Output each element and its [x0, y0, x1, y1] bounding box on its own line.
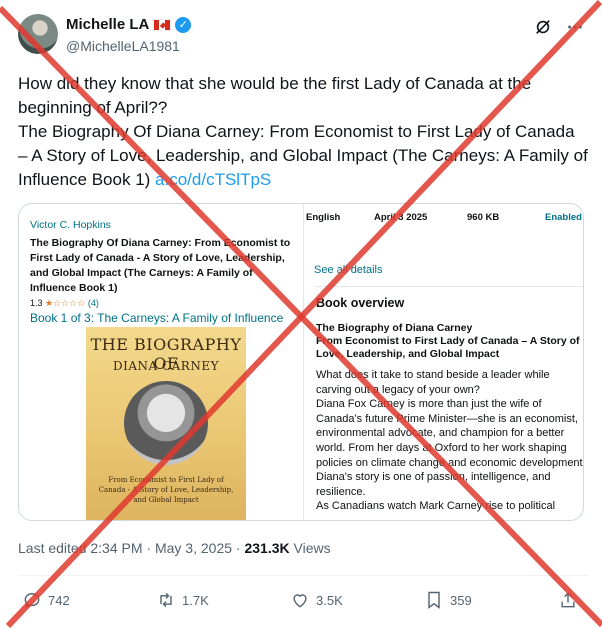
- header-icons: [534, 18, 584, 36]
- rating-count[interactable]: (4): [88, 298, 99, 308]
- book-rating: 1.3 ★☆☆☆☆ (4): [30, 298, 99, 309]
- divider: [314, 286, 583, 287]
- book-preview-card[interactable]: Victor C. Hopkins The Biography Of Diana…: [18, 203, 584, 521]
- canada-flag-icon: [153, 18, 172, 31]
- overview-title: The Biography of Diana Carney From Econo…: [316, 322, 580, 360]
- book-title: The Biography Of Diana Carney: From Econ…: [30, 237, 291, 294]
- divider: [18, 575, 588, 576]
- views-label: Views: [289, 540, 331, 556]
- timestamp-text[interactable]: Last edited 2:34 PM · May 3, 2025 ·: [18, 540, 244, 556]
- tweet-header: Michelle LA ✓ @MichelleLA1981: [18, 14, 588, 58]
- repost-button[interactable]: 1.7K: [156, 590, 209, 610]
- meta-enabled: Enabled: [545, 212, 582, 223]
- share-button[interactable]: [558, 590, 578, 610]
- book-summary-panel: Victor C. Hopkins The Biography Of Diana…: [19, 204, 303, 520]
- verified-badge-icon: ✓: [175, 16, 192, 33]
- rating-stars-icon: ★☆☆☆☆: [45, 298, 86, 308]
- display-name[interactable]: Michelle LA: [66, 16, 149, 33]
- cover-portrait: [124, 381, 208, 465]
- tweet-body: How did they know that she would be the …: [18, 74, 588, 189]
- like-button[interactable]: 3.5K: [290, 590, 343, 610]
- cover-subtitle: From Economist to First Lady of Canada -…: [98, 476, 234, 504]
- tweet-link[interactable]: a.co/d/cTSlTpS: [155, 170, 271, 189]
- rating-value: 1.3: [30, 298, 43, 308]
- like-count: 3.5K: [316, 592, 343, 608]
- overview-body: What does it take to stand beside a lead…: [316, 369, 584, 513]
- meta-language: English: [306, 212, 341, 223]
- action-bar: 742 1.7K 3.5K 359: [18, 590, 588, 614]
- views-count: 231.3K: [244, 540, 290, 556]
- book-meta-row: English April 3 2025 960 KB Enabled: [304, 208, 583, 230]
- see-all-details-link[interactable]: See all details: [314, 264, 383, 276]
- bookmark-button[interactable]: 359: [424, 590, 472, 610]
- book-author[interactable]: Victor C. Hopkins: [30, 219, 111, 231]
- cover-title-line2: DIANA CARNEY: [112, 359, 220, 373]
- book-details-panel: English April 3 2025 960 KB Enabled See …: [303, 204, 583, 520]
- share-icon: [561, 592, 575, 608]
- repost-icon: [160, 592, 172, 608]
- meta-date: April 3 2025: [374, 212, 428, 223]
- avatar[interactable]: [18, 14, 58, 54]
- heart-icon: [293, 594, 307, 608]
- book-cover-image: THE BIOGRAPHY OF DIANA CARNEY From Econo…: [86, 327, 246, 520]
- reply-count: 742: [48, 592, 70, 608]
- book-series-link[interactable]: Book 1 of 3: The Carneys: A Family of In…: [30, 311, 283, 325]
- bookmark-count: 359: [450, 592, 472, 608]
- reply-button[interactable]: 742: [22, 590, 70, 610]
- repost-count: 1.7K: [182, 592, 209, 608]
- more-options-icon[interactable]: [566, 18, 584, 36]
- tweet-text: How did they know that she would be the …: [18, 72, 588, 192]
- name-row: Michelle LA ✓: [66, 16, 192, 33]
- meta-size: 960 KB: [467, 212, 500, 223]
- grok-icon[interactable]: [534, 18, 552, 36]
- reply-icon: [24, 593, 40, 608]
- user-handle[interactable]: @MichelleLA1981: [66, 38, 180, 54]
- tweet-timestamp: Last edited 2:34 PM · May 3, 2025 · 231.…: [18, 540, 331, 556]
- bookmark-icon: [428, 591, 440, 609]
- overview-heading: Book overview: [316, 296, 405, 310]
